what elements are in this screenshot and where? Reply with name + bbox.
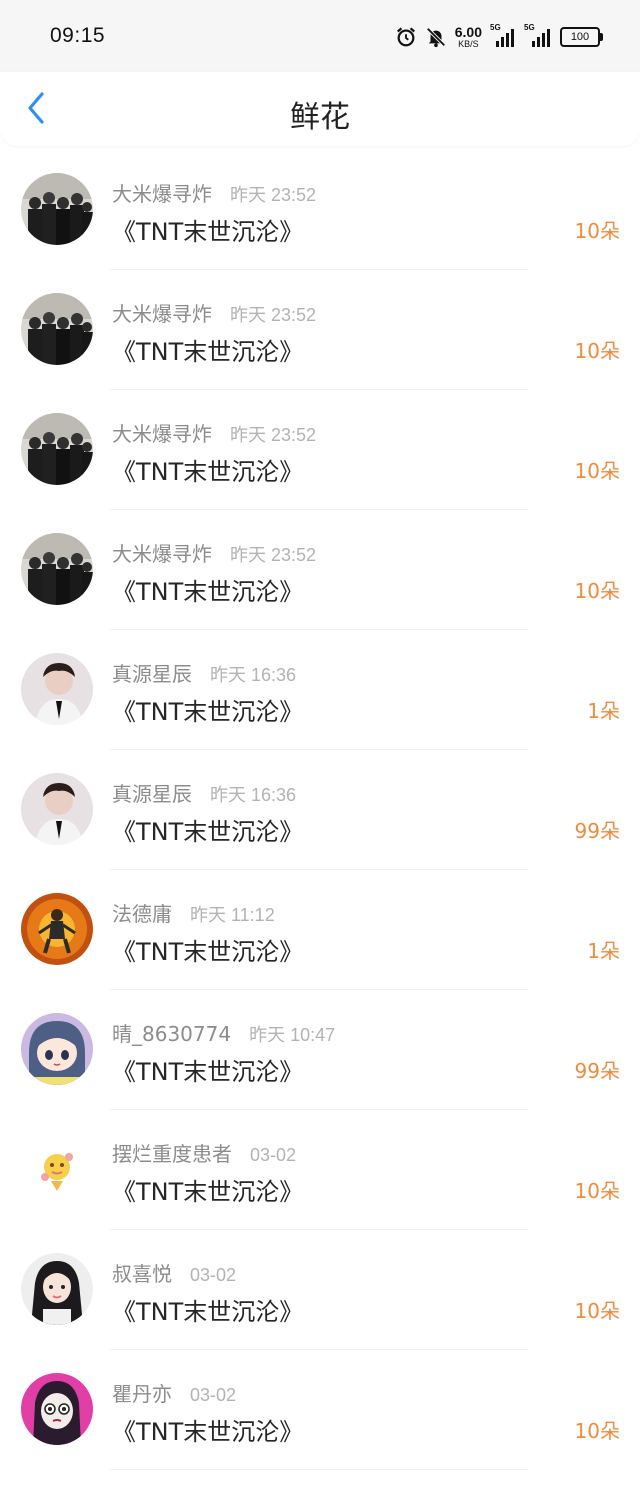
username[interactable]: 真源星辰 — [112, 658, 192, 687]
username[interactable]: 大米爆寻炸 — [112, 298, 212, 327]
flower-count: 10朵 — [574, 339, 620, 363]
book-title: 《TNT末世沉沦》 — [112, 698, 304, 726]
sim2-tag: 5G — [524, 23, 535, 32]
username[interactable]: 摆烂重度患者 — [112, 1138, 232, 1167]
status-icons: 6.00 KB/S 5G 5G 100 — [395, 22, 603, 52]
battery-icon: 100 — [560, 27, 603, 47]
book-title: 《TNT末世沉沦》 — [112, 458, 304, 486]
avatar[interactable] — [21, 653, 93, 725]
timestamp: 昨天 11:12 — [190, 905, 275, 925]
timestamp: 昨天 16:36 — [210, 665, 297, 685]
list-item[interactable]: 晴_8630774 昨天 10:47 《TNT末世沉沦》 99朵 — [0, 990, 640, 1110]
username[interactable]: 叔喜悦 — [112, 1258, 172, 1287]
username[interactable]: 晴_8630774 — [112, 1018, 231, 1047]
timestamp: 03-02 — [190, 1385, 237, 1405]
timestamp: 昨天 23:52 — [230, 545, 317, 565]
username[interactable]: 大米爆寻炸 — [112, 538, 212, 567]
timestamp: 昨天 23:52 — [230, 425, 317, 445]
signal-1-icon: 5G — [490, 23, 516, 47]
avatar[interactable] — [21, 893, 93, 965]
timestamp: 昨天 16:36 — [210, 785, 297, 805]
page-title: 鲜花 — [290, 100, 350, 135]
flower-count: 10朵 — [574, 579, 620, 603]
battery-level: 100 — [570, 31, 590, 43]
list-item[interactable]: 叔喜悦 03-02 《TNT末世沉沦》 10朵 — [0, 1230, 640, 1350]
timestamp: 昨天 23:52 — [230, 305, 317, 325]
item-meta: 真源星辰 昨天 16:36 — [112, 778, 296, 807]
item-meta: 大米爆寻炸 昨天 23:52 — [112, 178, 316, 207]
avatar[interactable] — [21, 533, 93, 605]
nav-bar: 鲜花 — [0, 72, 640, 146]
flower-count: 1朵 — [587, 939, 620, 963]
book-title: 《TNT末世沉沦》 — [112, 578, 304, 606]
flower-count: 10朵 — [574, 219, 620, 243]
book-title: 《TNT末世沉沦》 — [112, 338, 304, 366]
flower-count: 10朵 — [574, 459, 620, 483]
book-title: 《TNT末世沉沦》 — [112, 1178, 304, 1206]
list-item[interactable]: 摆烂重度患者 03-02 《TNT末世沉沦》 10朵 — [0, 1110, 640, 1230]
book-title: 《TNT末世沉沦》 — [112, 1418, 304, 1446]
item-meta: 瞿丹亦 03-02 — [112, 1378, 236, 1407]
book-title: 《TNT末世沉沦》 — [112, 818, 304, 846]
item-meta: 叔喜悦 03-02 — [112, 1258, 236, 1287]
list-item[interactable]: 瞿丹亦 03-02 《TNT末世沉沦》 10朵 — [0, 1350, 640, 1470]
divider — [110, 1469, 528, 1470]
list-item[interactable]: 真源星辰 昨天 16:36 《TNT末世沉沦》 99朵 — [0, 750, 640, 870]
timestamp: 昨天 23:52 — [230, 185, 317, 205]
item-meta: 摆烂重度患者 03-02 — [112, 1138, 296, 1167]
status-bar: 09:15 6.00 KB/S 5G 5G 100 — [0, 0, 640, 72]
flower-count: 99朵 — [574, 1059, 620, 1083]
flower-count: 10朵 — [574, 1179, 620, 1203]
signal-2-icon: 5G — [524, 23, 552, 47]
timestamp: 03-02 — [250, 1145, 297, 1165]
flower-count: 10朵 — [574, 1419, 620, 1443]
avatar[interactable] — [21, 293, 93, 365]
book-title: 《TNT末世沉沦》 — [112, 1298, 304, 1326]
book-title: 《TNT末世沉沦》 — [112, 1058, 304, 1086]
status-time: 09:15 — [50, 24, 106, 47]
avatar[interactable] — [21, 1373, 93, 1445]
avatar[interactable] — [21, 773, 93, 845]
mute-icon — [426, 27, 446, 48]
net-speed: 6.00 KB/S — [455, 25, 482, 49]
item-meta: 真源星辰 昨天 16:36 — [112, 658, 296, 687]
list-item[interactable]: 大米爆寻炸 昨天 23:52 《TNT末世沉沦》 10朵 — [0, 270, 640, 390]
timestamp: 昨天 10:47 — [249, 1025, 336, 1045]
list-item[interactable]: 法德庸 昨天 11:12 《TNT末世沉沦》 1朵 — [0, 870, 640, 990]
list-item[interactable]: 大米爆寻炸 昨天 23:52 《TNT末世沉沦》 10朵 — [0, 150, 640, 270]
item-meta: 大米爆寻炸 昨天 23:52 — [112, 538, 316, 567]
flower-count: 10朵 — [574, 1299, 620, 1323]
flower-count: 99朵 — [574, 819, 620, 843]
username[interactable]: 大米爆寻炸 — [112, 418, 212, 447]
net-speed-value: 6.00 — [454, 24, 482, 40]
sim1-tag: 5G — [490, 23, 501, 32]
item-meta: 大米爆寻炸 昨天 23:52 — [112, 418, 316, 447]
alarm-icon — [396, 27, 415, 47]
book-title: 《TNT末世沉沦》 — [112, 938, 304, 966]
item-meta: 法德庸 昨天 11:12 — [112, 898, 275, 927]
timestamp: 03-02 — [190, 1265, 237, 1285]
avatar[interactable] — [21, 1253, 93, 1325]
username[interactable]: 法德庸 — [112, 898, 172, 927]
avatar[interactable] — [21, 413, 93, 485]
username[interactable]: 大米爆寻炸 — [112, 178, 212, 207]
item-meta: 晴_8630774 昨天 10:47 — [112, 1018, 335, 1047]
book-title: 《TNT末世沉沦》 — [112, 218, 304, 246]
avatar[interactable] — [21, 173, 93, 245]
flower-count: 1朵 — [587, 699, 620, 723]
net-speed-unit: KB/S — [458, 39, 479, 49]
username[interactable]: 瞿丹亦 — [112, 1378, 172, 1407]
username[interactable]: 真源星辰 — [112, 778, 192, 807]
list-item[interactable]: 大米爆寻炸 昨天 23:52 《TNT末世沉沦》 10朵 — [0, 390, 640, 510]
list-item[interactable]: 真源星辰 昨天 16:36 《TNT末世沉沦》 1朵 — [0, 630, 640, 750]
avatar[interactable] — [21, 1013, 93, 1085]
list-item[interactable]: 大米爆寻炸 昨天 23:52 《TNT末世沉沦》 10朵 — [0, 510, 640, 630]
avatar[interactable] — [21, 1133, 93, 1205]
item-meta: 大米爆寻炸 昨天 23:52 — [112, 298, 316, 327]
flower-list: 大米爆寻炸 昨天 23:52 《TNT末世沉沦》 10朵 大米爆寻炸 昨天 23:52 《… — [0, 150, 640, 1470]
